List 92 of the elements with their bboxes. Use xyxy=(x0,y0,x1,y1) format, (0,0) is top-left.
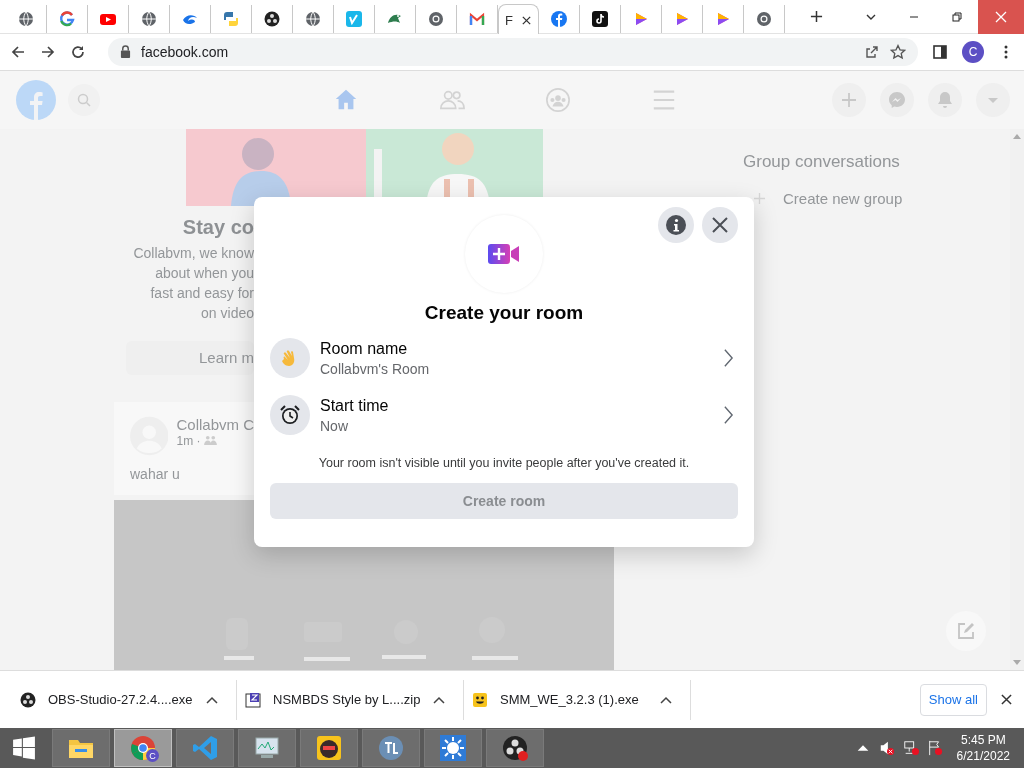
chevron-up-icon[interactable] xyxy=(660,695,672,704)
card-text: on video xyxy=(201,303,254,323)
settings-row[interactable]: Start time Now xyxy=(270,392,738,438)
tl-icon xyxy=(377,734,405,763)
row-value: Now xyxy=(320,417,349,434)
mascot-icon xyxy=(315,734,343,763)
section-heading: Group conversations xyxy=(743,151,900,172)
card-text: fast and easy for xyxy=(150,283,254,303)
bell-icon xyxy=(936,90,954,109)
obs-icon xyxy=(20,691,36,708)
music-note-icon xyxy=(592,10,608,27)
clock[interactable]: 5:45 PM 6/21/2022 xyxy=(956,732,1010,765)
alarm-clock-icon xyxy=(279,404,301,427)
close-button[interactable] xyxy=(702,206,738,243)
chevron-right-icon xyxy=(723,348,734,369)
search-icon xyxy=(77,92,91,107)
chrome-icon xyxy=(428,10,444,27)
tab-title: F xyxy=(505,12,513,28)
chrome-icon xyxy=(756,10,772,27)
card-text: Collabvm, we know xyxy=(133,243,254,263)
close-icon xyxy=(711,215,729,234)
close-icon xyxy=(995,10,1007,23)
row-label: Start time xyxy=(320,396,390,415)
close-icon[interactable] xyxy=(520,14,532,26)
taskbar-app[interactable] xyxy=(424,729,482,768)
download-name[interactable]: NSMBDS Style by L....zip xyxy=(273,692,421,708)
globe-icon xyxy=(141,10,157,27)
vimeo-icon xyxy=(346,10,362,27)
share-icon[interactable] xyxy=(864,43,880,60)
dialog-note: Your room isn't visible until you invite people after you've created it. xyxy=(318,455,690,470)
lock-icon xyxy=(120,45,131,59)
taskbar-app[interactable] xyxy=(486,729,544,768)
info-button[interactable] xyxy=(658,206,694,243)
obs-icon xyxy=(264,10,280,27)
reload-icon[interactable] xyxy=(70,43,86,60)
plus-icon xyxy=(754,192,765,204)
code-editor-icon xyxy=(191,734,219,763)
close-icon[interactable] xyxy=(1001,694,1012,706)
card-text: about when you xyxy=(155,263,254,283)
new-tab-icon[interactable] xyxy=(810,10,823,23)
obs-icon xyxy=(501,734,529,763)
row-value: Collabvm's Room xyxy=(320,360,431,377)
plus-icon xyxy=(840,90,858,109)
chevron-up-icon[interactable] xyxy=(433,695,445,704)
taskbar-app[interactable] xyxy=(52,729,110,768)
clock-date: 6/21/2022 xyxy=(956,748,1010,765)
taskbar-app[interactable] xyxy=(362,729,420,768)
flag-icon[interactable] xyxy=(926,740,943,757)
dialog-title: Create your room xyxy=(424,301,584,324)
video-camera-icon xyxy=(488,242,520,265)
sun-icon xyxy=(439,734,467,763)
google-icon xyxy=(59,10,75,27)
edit-icon xyxy=(956,621,976,642)
settings-row[interactable]: Room name Collabvm's Room xyxy=(270,335,738,381)
side-panel-icon[interactable] xyxy=(932,43,948,60)
star-icon[interactable] xyxy=(890,43,906,60)
profile-avatar[interactable]: C xyxy=(962,40,984,63)
row-label: Room name xyxy=(320,339,409,358)
clock-time: 5:45 PM xyxy=(960,732,1006,749)
python-icon xyxy=(223,10,239,27)
mail-icon xyxy=(469,10,485,27)
download-name[interactable]: OBS-Studio-27.2.4....exe xyxy=(48,692,193,708)
archive-icon xyxy=(245,691,261,708)
start-icon[interactable] xyxy=(12,736,36,761)
post-text: wahar u xyxy=(130,465,181,482)
url-text: facebook.com xyxy=(141,43,229,60)
chevron-right-icon xyxy=(723,405,734,426)
speaker-muted-icon[interactable] xyxy=(878,740,895,757)
info-icon xyxy=(665,213,687,236)
profile-badge: C xyxy=(146,749,159,763)
play-icon xyxy=(715,10,731,27)
taskbar-app[interactable] xyxy=(300,729,358,768)
globe-icon xyxy=(305,10,321,27)
taskbar-app[interactable] xyxy=(238,729,296,768)
messenger-icon xyxy=(888,90,906,109)
globe-icon xyxy=(18,10,34,27)
taskbar-app[interactable]: C xyxy=(114,729,172,768)
play-icon xyxy=(674,10,690,27)
facebook-icon xyxy=(551,10,567,27)
play-icon xyxy=(633,10,649,27)
restore-icon[interactable] xyxy=(951,10,963,23)
card-title: Stay co xyxy=(182,215,254,239)
back-icon[interactable] xyxy=(10,43,26,60)
forward-icon[interactable] xyxy=(40,43,56,60)
chevron-up-icon[interactable] xyxy=(206,695,218,704)
group-icon xyxy=(204,435,218,447)
browser-tab[interactable]: F xyxy=(498,4,539,35)
show-all-button[interactable]: Show all xyxy=(919,683,987,716)
address-bar[interactable]: facebook.com xyxy=(108,37,918,66)
download-name[interactable]: SMM_WE_3.2.3 (1).exe xyxy=(500,692,639,708)
smiley-icon xyxy=(472,691,488,708)
network-icon[interactable] xyxy=(902,740,919,757)
